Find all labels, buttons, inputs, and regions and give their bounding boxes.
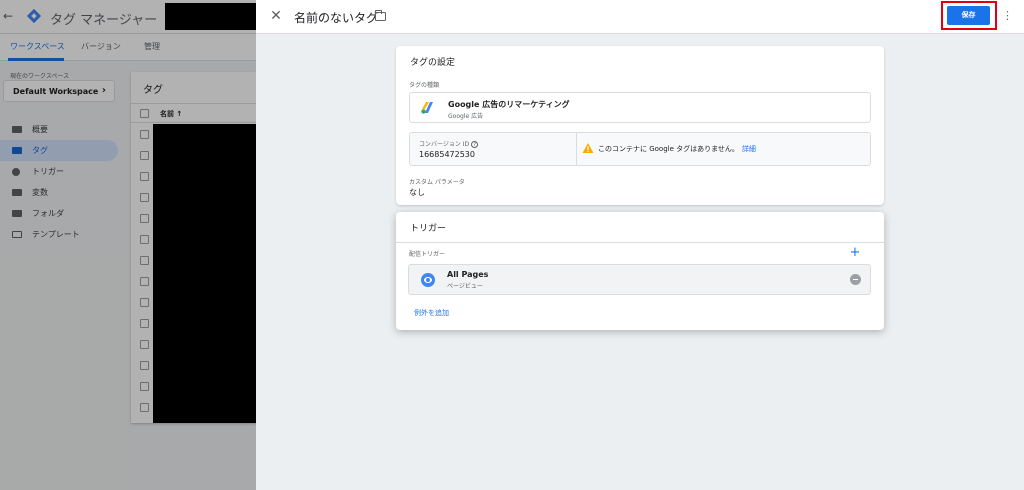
modal-scrim[interactable]: [0, 0, 256, 490]
divider: [396, 242, 884, 243]
warning-text: このコンテナに Google タグはありません。: [598, 145, 739, 153]
add-exception-link[interactable]: 例外を追加: [414, 308, 449, 318]
conversion-id-label-text: コンバージョン ID: [419, 141, 470, 148]
add-trigger-plus-icon[interactable]: +: [848, 246, 862, 260]
folder-icon[interactable]: [375, 10, 386, 21]
tag-configuration-title: タグの設定: [410, 58, 456, 68]
tag-name-title[interactable]: 名前のないタグ: [294, 9, 378, 26]
close-icon[interactable]: ✕: [266, 6, 286, 26]
trigger-row-all-pages[interactable]: All Pages ページビュー: [408, 264, 871, 295]
custom-params-value: なし: [409, 188, 425, 197]
divider: [576, 133, 577, 165]
triggering-card[interactable]: トリガー 配信トリガー + All Pages ページビュー 例外を追加: [396, 212, 884, 330]
tag-type-subtitle: Google 広告: [448, 113, 484, 120]
tag-type-name: Google 広告のリマーケティング: [448, 100, 570, 109]
details-link[interactable]: 詳細: [742, 145, 756, 153]
conversion-id-value: 16685472530: [419, 150, 475, 159]
conversion-id-label: コンバージョン ID?: [419, 139, 479, 148]
trigger-name: All Pages: [447, 270, 489, 279]
tag-configuration-card[interactable]: タグの設定 タグの種類 Google 広告のリマーケティング Google 広告…: [396, 46, 884, 205]
more-vert-icon[interactable]: ⋮: [1002, 8, 1013, 24]
tag-type-selector[interactable]: Google 広告のリマーケティング Google 広告: [409, 92, 871, 123]
warning-icon: [582, 143, 594, 153]
warning-message: このコンテナに Google タグはありません。 詳細: [598, 144, 756, 154]
pageview-eye-icon: [421, 273, 435, 287]
triggering-title: トリガー: [410, 224, 447, 234]
trigger-type: ページビュー: [447, 283, 483, 290]
tag-type-label: タグの種類: [409, 82, 440, 89]
tag-editor: ✕ 名前のないタグ 保存 ⋮ タグの設定 タグの種類 Google 広告のリマー…: [256, 0, 1024, 490]
remove-circle-icon[interactable]: [850, 274, 861, 285]
firing-triggers-label: 配信トリガー: [409, 251, 446, 258]
help-icon[interactable]: ?: [471, 141, 479, 148]
conversion-id-box[interactable]: コンバージョン ID? 16685472530 このコンテナに Google タ…: [409, 132, 871, 166]
editor-header: ✕ 名前のないタグ 保存 ⋮: [256, 0, 1024, 34]
save-button[interactable]: 保存: [947, 6, 990, 25]
google-ads-icon: [421, 102, 433, 114]
custom-params-label: カスタム パラメータ: [409, 179, 465, 186]
